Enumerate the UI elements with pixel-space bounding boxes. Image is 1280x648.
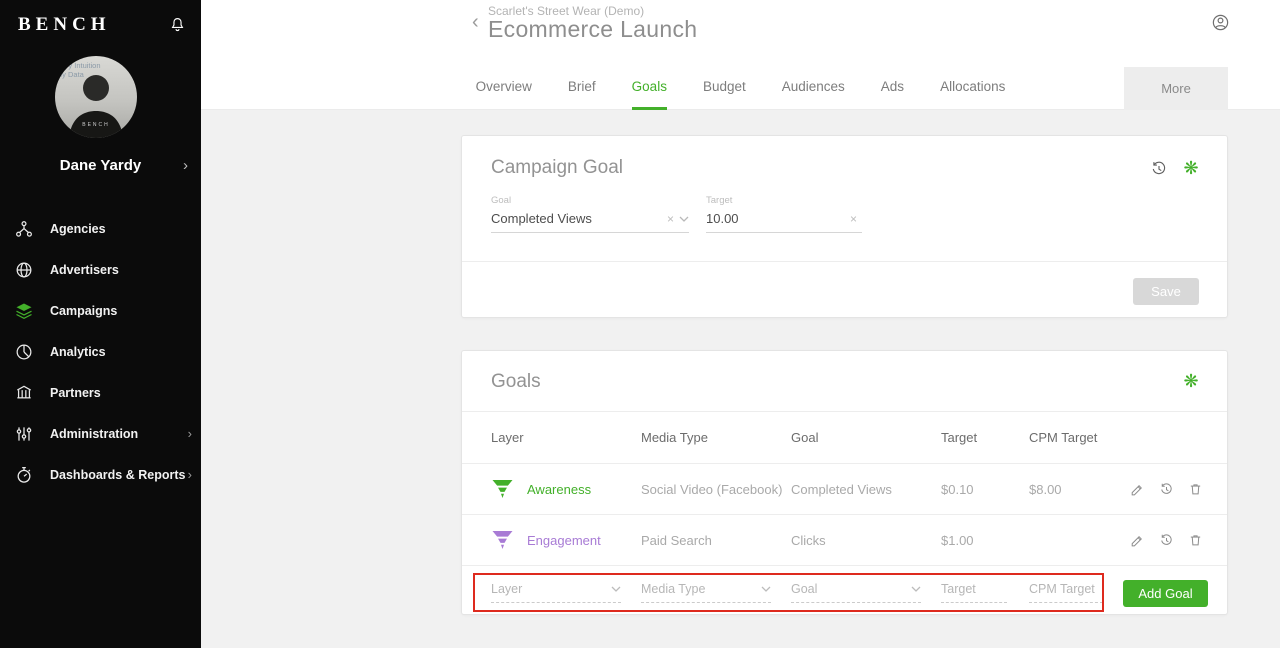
- sidebar-item-dashboards-reports[interactable]: Dashboards & Reports ›: [0, 454, 201, 495]
- goals-card: Goals ❋ Layer Media Type Goal Target CPM…: [461, 350, 1228, 615]
- cpm-target-input[interactable]: [1029, 582, 1103, 603]
- tab-bar: Overview Brief Goals Budget Audiences Ad…: [201, 67, 1280, 110]
- notifications-bell-icon[interactable]: [169, 16, 186, 34]
- save-button[interactable]: Save: [1133, 278, 1199, 305]
- layers-icon: [13, 300, 35, 322]
- settings-icon[interactable]: ❋: [1181, 157, 1201, 179]
- user-menu[interactable]: Dane Yardy ›: [0, 157, 201, 175]
- goal-cell: Completed Views: [791, 481, 892, 497]
- edit-icon[interactable]: [1130, 533, 1145, 548]
- column-header-media-type: Media Type: [641, 430, 708, 445]
- media-type-cell: Paid Search: [641, 532, 712, 548]
- sidebar: BENCH d by Intuition by Data BENCH Dane …: [0, 0, 201, 648]
- target-input-value: 10.00: [706, 211, 739, 226]
- globe-icon: [13, 259, 35, 281]
- goal-select-value: Completed Views: [491, 211, 592, 226]
- clear-icon[interactable]: ×: [850, 212, 857, 226]
- clear-icon[interactable]: ×: [667, 212, 674, 226]
- history-icon[interactable]: [1159, 533, 1174, 548]
- stopwatch-icon: [13, 464, 35, 486]
- page-title: Ecommerce Launch: [488, 16, 698, 42]
- history-icon[interactable]: [1159, 482, 1174, 497]
- tab-overview[interactable]: Overview: [476, 67, 532, 110]
- tab-allocations[interactable]: Allocations: [940, 67, 1005, 110]
- funnel-icon: [492, 530, 513, 550]
- sidebar-item-administration[interactable]: Administration ›: [0, 413, 201, 454]
- goal-select[interactable]: Goal: [791, 582, 921, 603]
- field-label: Target: [706, 195, 733, 206]
- table-header-row: Layer Media Type Goal Target CPM Target: [462, 411, 1227, 463]
- building-icon: [13, 382, 35, 404]
- media-type-cell: Social Video (Facebook): [641, 481, 783, 497]
- chevron-right-icon: ›: [183, 157, 188, 174]
- target-cell: $0.10: [941, 481, 974, 497]
- back-button[interactable]: ‹: [472, 11, 479, 34]
- divider: [462, 261, 1227, 262]
- bench-logo: BENCH: [18, 14, 111, 35]
- tab-budget[interactable]: Budget: [703, 67, 746, 110]
- page-header: ‹ Scarlet's Street Wear (Demo) Ecommerce…: [201, 0, 1280, 67]
- sidebar-menu: Agencies Advertisers Campaigns Analytics…: [0, 208, 201, 495]
- target-cell: $1.00: [941, 532, 974, 548]
- column-header-layer: Layer: [491, 430, 524, 445]
- column-header-goal: Goal: [791, 430, 819, 445]
- chevron-down-icon: [611, 586, 621, 592]
- new-goal-row: Layer Media Type Goal Add Goal: [462, 565, 1227, 616]
- layer-select[interactable]: Layer: [491, 582, 621, 603]
- layer-name: Awareness: [527, 481, 592, 497]
- funnel-icon: [492, 479, 513, 499]
- table-row: Awareness Social Video (Facebook) Comple…: [462, 463, 1227, 514]
- chevron-right-icon: ›: [187, 426, 192, 441]
- target-input-field[interactable]: Target 10.00 ×: [706, 195, 862, 233]
- campaign-goal-card: Campaign Goal ❋ Goal Completed Views × T…: [461, 135, 1228, 318]
- column-header-cpm-target: CPM Target: [1029, 430, 1098, 445]
- card-title: Campaign Goal: [491, 157, 624, 178]
- chevron-down-icon: [761, 586, 771, 592]
- goal-cell: Clicks: [791, 532, 826, 548]
- tab-brief[interactable]: Brief: [568, 67, 596, 110]
- target-input[interactable]: [941, 582, 1007, 603]
- sliders-icon: [13, 423, 35, 445]
- delete-icon[interactable]: [1188, 533, 1203, 548]
- cpm-target-cell: $8.00: [1029, 481, 1062, 497]
- pie-chart-icon: [13, 341, 35, 363]
- tab-audiences[interactable]: Audiences: [782, 67, 845, 110]
- layer-name: Engagement: [527, 532, 601, 548]
- sidebar-item-advertisers[interactable]: Advertisers: [0, 249, 201, 290]
- chevron-right-icon: ›: [187, 467, 192, 482]
- sidebar-item-partners[interactable]: Partners: [0, 372, 201, 413]
- field-label: Goal: [491, 195, 512, 206]
- chevron-down-icon: [911, 586, 921, 592]
- user-name: Dane Yardy: [59, 157, 142, 174]
- edit-icon[interactable]: [1130, 482, 1145, 497]
- card-title: Goals: [491, 371, 541, 392]
- add-goal-button[interactable]: Add Goal: [1123, 580, 1208, 607]
- tab-goals[interactable]: Goals: [631, 67, 667, 110]
- sidebar-item-agencies[interactable]: Agencies: [0, 208, 201, 249]
- settings-icon[interactable]: ❋: [1181, 370, 1201, 392]
- goal-select-field[interactable]: Goal Completed Views ×: [491, 195, 689, 233]
- column-header-target: Target: [941, 430, 978, 445]
- tab-ads[interactable]: Ads: [881, 67, 904, 110]
- agencies-icon: [13, 218, 35, 240]
- delete-icon[interactable]: [1188, 482, 1203, 497]
- avatar-shirt-text: BENCH: [82, 122, 110, 128]
- chevron-down-icon: [679, 216, 689, 222]
- media-type-select[interactable]: Media Type: [641, 582, 771, 603]
- sidebar-item-campaigns[interactable]: Campaigns: [0, 290, 201, 331]
- avatar[interactable]: d by Intuition by Data BENCH: [55, 56, 137, 138]
- account-icon[interactable]: [1211, 13, 1230, 32]
- more-button[interactable]: More: [1124, 67, 1228, 110]
- sidebar-item-analytics[interactable]: Analytics: [0, 331, 201, 372]
- history-icon[interactable]: [1150, 160, 1168, 178]
- table-row: Engagement Paid Search Clicks $1.00: [462, 514, 1227, 565]
